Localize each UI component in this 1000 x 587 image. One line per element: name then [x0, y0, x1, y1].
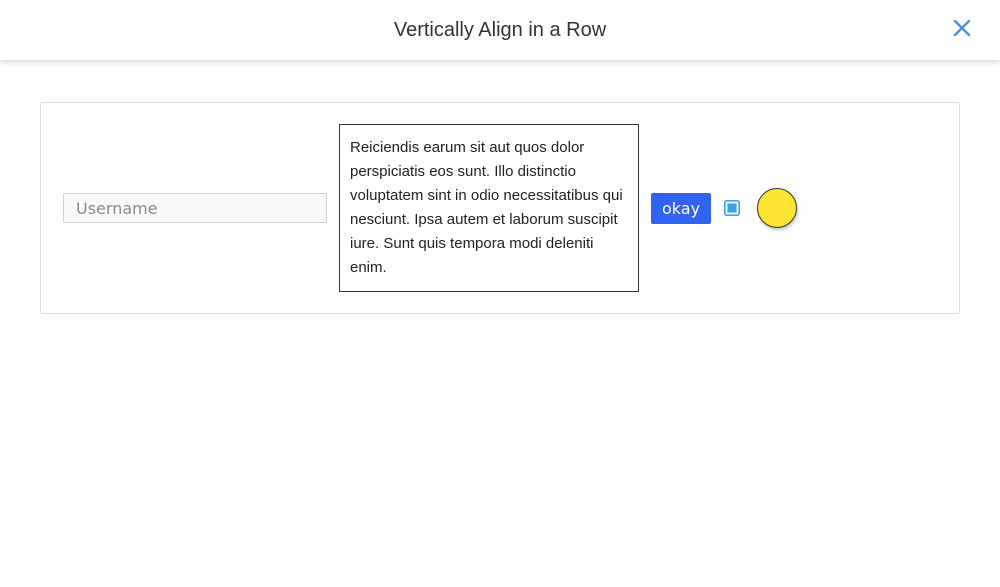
checkbox-checked-icon: [724, 200, 741, 216]
username-input[interactable]: [63, 193, 327, 223]
okay-button[interactable]: okay: [651, 192, 712, 224]
modal-header: Vertically Align in a Row: [0, 0, 1000, 60]
aligned-row: Reiciendis earum sit aut quos dolor pers…: [63, 124, 798, 292]
paragraph-box: Reiciendis earum sit aut quos dolor pers…: [339, 124, 639, 292]
close-icon[interactable]: [952, 18, 972, 38]
checkbox[interactable]: [724, 200, 741, 216]
content-card: Reiciendis earum sit aut quos dolor pers…: [40, 102, 960, 314]
yellow-circle: [757, 188, 798, 228]
page-title: Vertically Align in a Row: [393, 19, 607, 41]
